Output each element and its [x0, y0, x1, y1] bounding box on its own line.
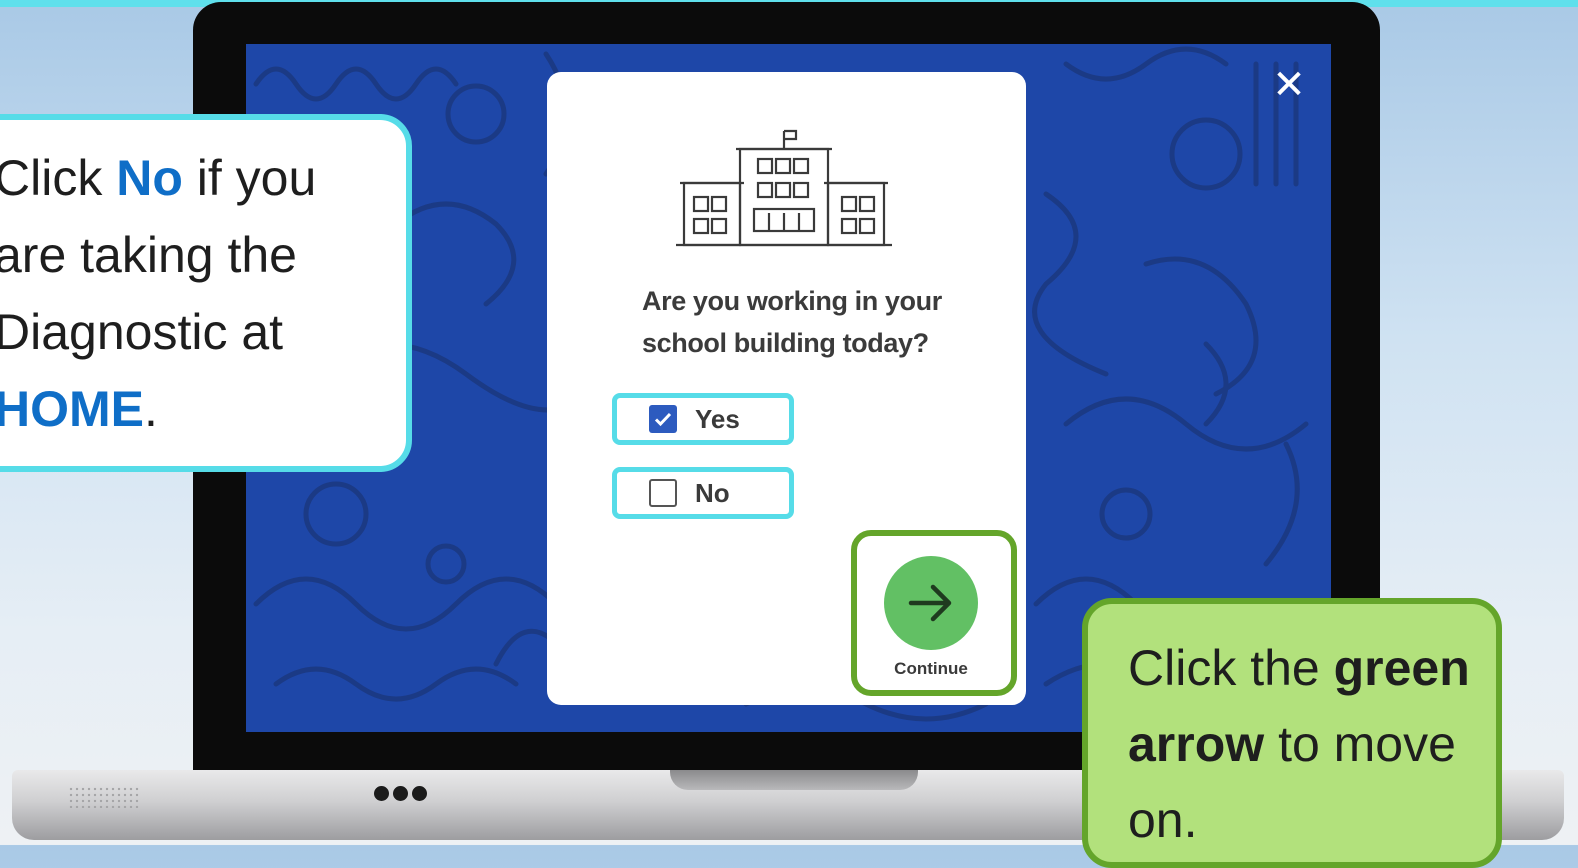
checkbox-checked-icon[interactable]: [649, 405, 677, 433]
speaker-grille: [68, 786, 140, 808]
arrow-right-icon: [908, 584, 952, 622]
callout-no-text: Click No if you are taking the Diagnosti…: [0, 150, 317, 437]
question-line-1: Are you working in your: [642, 286, 942, 316]
close-icon[interactable]: ✕: [1270, 65, 1308, 105]
continue-label: Continue: [894, 659, 968, 678]
continue-button[interactable]: [884, 556, 978, 650]
option-yes-label: Yes: [695, 403, 740, 434]
school-building-icon: [676, 129, 892, 247]
option-no-label: No: [695, 477, 730, 508]
option-no[interactable]: No: [612, 467, 794, 519]
question-line-2: school building today?: [642, 328, 929, 358]
callout-green-arrow-text: Click the green arrow to move on.: [1128, 640, 1470, 848]
checkbox-unchecked-icon[interactable]: [649, 479, 677, 507]
question-text: Are you working in your school building …: [642, 280, 1002, 364]
laptop-indicator-dots: [374, 786, 427, 801]
option-yes[interactable]: Yes: [612, 393, 794, 445]
laptop-base-notch: [670, 770, 918, 790]
